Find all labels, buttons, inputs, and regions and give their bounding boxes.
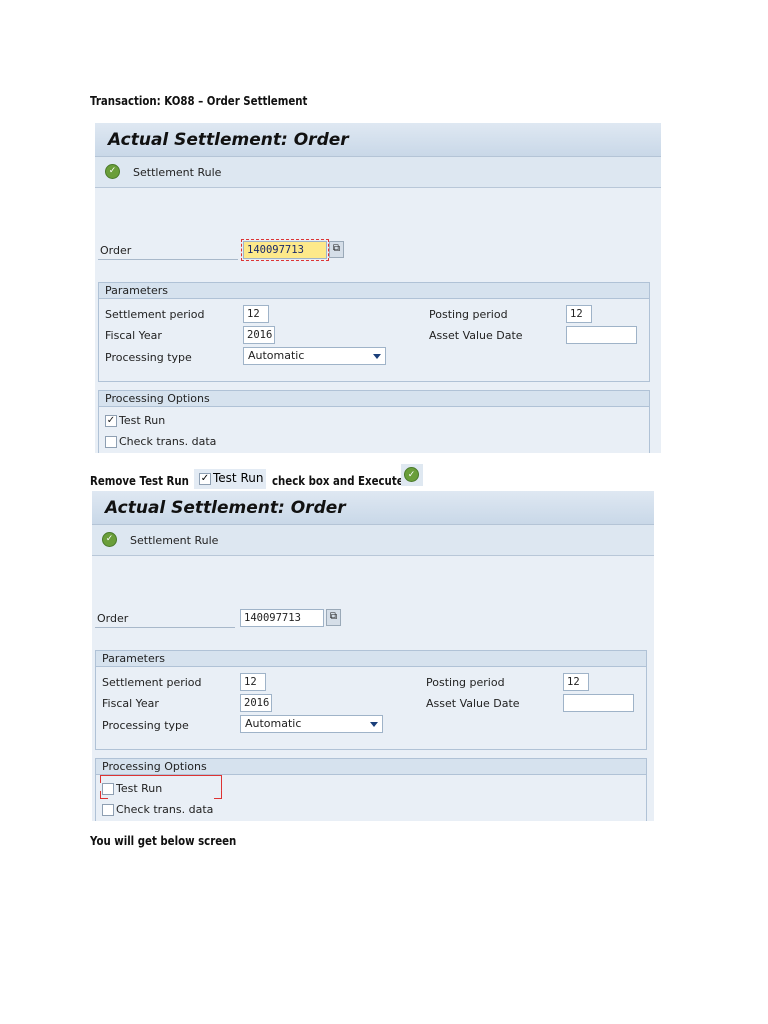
execute-icon-sample: ✓: [401, 464, 423, 486]
asset-value-date-input[interactable]: [566, 326, 637, 344]
label-underline: [98, 259, 238, 260]
order-label: Order: [100, 244, 132, 257]
parameters-header: Parameters: [99, 283, 649, 299]
fiscal-year-input[interactable]: 2016: [243, 326, 275, 344]
sap-panel-after: Actual Settlement: Order ✓ Settlement Ru…: [92, 491, 654, 821]
asset-value-date-label: Asset Value Date: [426, 697, 520, 710]
screen-title: Actual Settlement: Order: [105, 498, 346, 518]
matchcode-button[interactable]: ⧉: [329, 241, 344, 258]
order-label: Order: [97, 612, 129, 625]
posting-period-label: Posting period: [426, 676, 505, 689]
check-trans-data-label: Check trans. data: [116, 803, 214, 816]
instruction-text-pre: Remove Test Run: [90, 474, 189, 488]
execute-icon[interactable]: ✓: [105, 164, 120, 179]
asset-value-date-input[interactable]: [563, 694, 634, 712]
check-trans-data-label: Check trans. data: [119, 435, 217, 448]
order-input[interactable]: 140097713: [240, 609, 324, 627]
sap-panel-before: Actual Settlement: Order ✓ Settlement Ru…: [95, 123, 661, 453]
test-run-checkbox[interactable]: ✓: [105, 415, 117, 427]
check-trans-data-checkbox[interactable]: [105, 436, 117, 448]
test-run-checkbox[interactable]: [102, 783, 114, 795]
checkbox-checked-icon: ✓: [199, 473, 211, 485]
screen-title-bar: Actual Settlement: Order: [95, 123, 661, 157]
execute-icon[interactable]: ✓: [102, 532, 117, 547]
screen-title: Actual Settlement: Order: [108, 130, 349, 150]
matchcode-button[interactable]: ⧉: [326, 609, 341, 626]
order-input[interactable]: 140097713: [241, 239, 329, 261]
label-underline: [95, 627, 235, 628]
processing-type-label: Processing type: [102, 719, 189, 732]
settlement-rule-button[interactable]: Settlement Rule: [133, 166, 221, 179]
fiscal-year-input[interactable]: 2016: [240, 694, 272, 712]
asset-value-date-label: Asset Value Date: [429, 329, 523, 342]
fiscal-year-label: Fiscal Year: [105, 329, 162, 342]
parameters-header: Parameters: [96, 651, 646, 667]
screen-title-bar: Actual Settlement: Order: [92, 491, 654, 525]
application-toolbar: ✓ Settlement Rule: [92, 525, 654, 556]
settlement-period-input[interactable]: 12: [243, 305, 269, 323]
processing-options-header: Processing Options: [99, 391, 649, 407]
settlement-period-input[interactable]: 12: [240, 673, 266, 691]
fiscal-year-label: Fiscal Year: [102, 697, 159, 710]
application-toolbar: ✓ Settlement Rule: [95, 157, 661, 188]
chevron-down-icon: [373, 354, 381, 359]
processing-type-label: Processing type: [105, 351, 192, 364]
test-run-label: Test Run: [116, 782, 163, 795]
processing-type-dropdown[interactable]: Automatic: [243, 347, 386, 365]
processing-type-value: Automatic: [248, 349, 305, 362]
settlement-rule-button[interactable]: Settlement Rule: [130, 534, 218, 547]
chevron-down-icon: [370, 722, 378, 727]
posting-period-input[interactable]: 12: [566, 305, 592, 323]
instruction-text-post: check box and Execute: [272, 474, 404, 488]
posting-period-input[interactable]: 12: [563, 673, 589, 691]
processing-type-dropdown[interactable]: Automatic: [240, 715, 383, 733]
instruction-checkbox-label: Test Run: [213, 471, 264, 485]
processing-options-header: Processing Options: [96, 759, 646, 775]
check-trans-data-checkbox[interactable]: [102, 804, 114, 816]
doc-footer: You will get below screen: [90, 834, 237, 848]
posting-period-label: Posting period: [429, 308, 508, 321]
processing-type-value: Automatic: [245, 717, 302, 730]
doc-heading: Transaction: KO88 – Order Settlement: [90, 94, 308, 108]
settlement-period-label: Settlement period: [105, 308, 205, 321]
settlement-period-label: Settlement period: [102, 676, 202, 689]
test-run-label: Test Run: [119, 414, 166, 427]
instruction-checkbox-sample: ✓ Test Run: [194, 469, 266, 489]
